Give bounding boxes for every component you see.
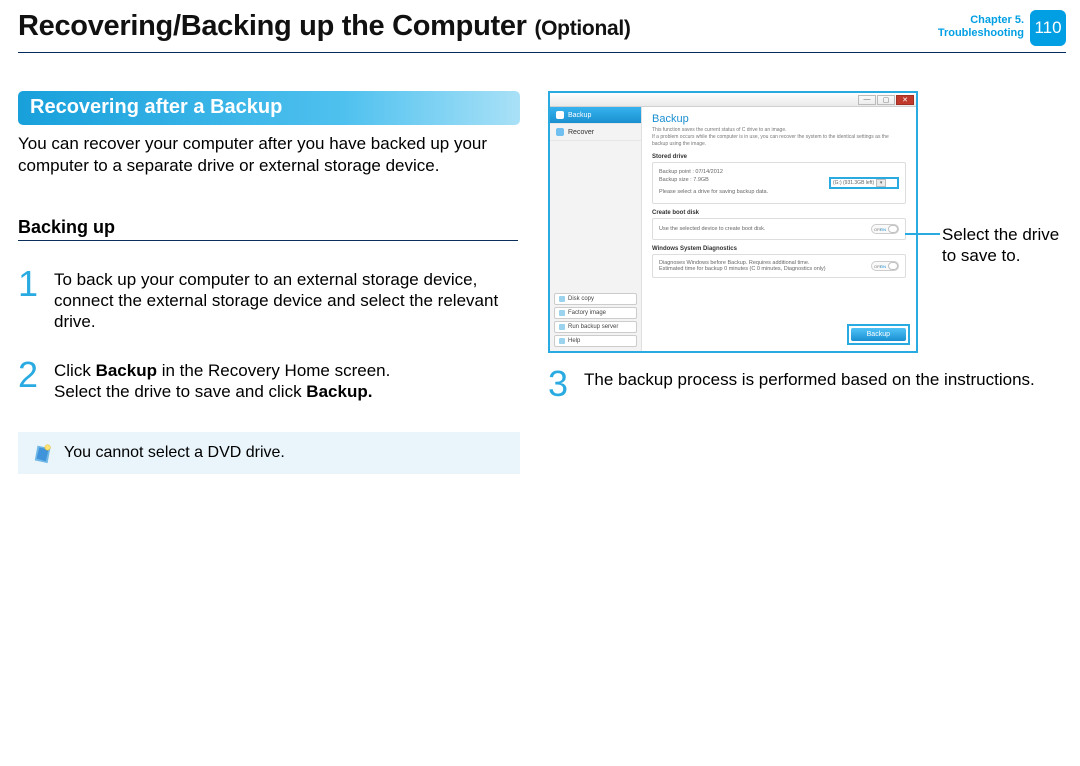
sidebar: Backup Recover Disk copy Factory image R… xyxy=(550,107,642,351)
maximize-button[interactable]: ▢ xyxy=(877,95,895,105)
sidebar-item-recover[interactable]: Recover xyxy=(550,124,641,141)
sidebar-item-backup[interactable]: Backup xyxy=(550,107,641,124)
backup-button-highlight: Backup xyxy=(847,324,910,345)
dropdown-icon: ▾ xyxy=(876,179,886,187)
factory-image-button[interactable]: Factory image xyxy=(554,307,637,319)
toggle-knob-2 xyxy=(888,262,898,270)
step-2-number: 2 xyxy=(18,360,44,402)
section-heading: Recovering after a Backup xyxy=(18,91,520,125)
page-number: 110 xyxy=(1034,18,1061,38)
step2-bold-a: Backup xyxy=(96,361,157,380)
diagnostics-text: Diagnoses Windows before Backup. Require… xyxy=(659,260,826,272)
note-box: You cannot select a DVD drive. xyxy=(18,432,520,474)
step2-bold-b: Backup. xyxy=(306,382,372,401)
stored-drive-label: Stored drive xyxy=(652,154,906,160)
help-label: Help xyxy=(568,338,580,344)
stored-drive-panel: Backup point : 07/14/2012 Backup size : … xyxy=(652,162,906,204)
page-number-badge: 110 xyxy=(1030,10,1066,46)
step-3-text: The backup process is performed based on… xyxy=(584,369,1035,399)
factory-image-label: Factory image xyxy=(568,310,606,316)
disk-copy-icon xyxy=(559,296,565,302)
toggle-on-label: ON xyxy=(880,227,886,232)
create-boot-disk-label: Create boot disk xyxy=(652,210,906,216)
left-column: Recovering after a Backup You can recove… xyxy=(18,91,528,474)
window-titlebar: — ▢ ✕ xyxy=(550,93,916,107)
step-1-text: To back up your computer to an external … xyxy=(54,269,518,332)
title-suffix: (Optional) xyxy=(534,17,630,40)
backup-point: Backup point : 07/14/2012 xyxy=(659,168,899,176)
toggle-on-label-2: ON xyxy=(880,264,886,269)
right-column: — ▢ ✕ Backup Recover Disk copy F xyxy=(548,91,1066,474)
window-body: Backup Recover Disk copy Factory image R… xyxy=(550,107,916,351)
step-2: 2 Click Backup in the Recovery Home scre… xyxy=(18,360,518,402)
intro-paragraph: You can recover your computer after you … xyxy=(18,133,518,177)
diag-text-2: Estimated time for backup 0 minutes (C 0… xyxy=(659,266,826,272)
boot-disk-text: Use the selected device to create boot d… xyxy=(659,226,765,232)
help-icon xyxy=(559,338,565,344)
callout-drive: Select the drive to save to. xyxy=(942,224,1072,266)
step-1-number: 1 xyxy=(18,269,44,332)
sidebar-backup-label: Backup xyxy=(568,112,591,119)
step-2-text: Click Backup in the Recovery Home screen… xyxy=(54,360,390,402)
diagnostics-panel: Diagnoses Windows before Backup. Require… xyxy=(652,254,906,278)
recover-icon xyxy=(556,128,564,136)
chapter-line1: Chapter 5. xyxy=(938,14,1024,27)
note-icon xyxy=(32,442,54,464)
backup-button[interactable]: Backup xyxy=(851,328,906,341)
chapter-line2: Troubleshooting xyxy=(938,27,1024,40)
help-button[interactable]: Help xyxy=(554,335,637,347)
title-main: Recovering/Backing up the Computer xyxy=(18,10,527,42)
main-desc-1: This function saves the current status o… xyxy=(652,127,787,133)
main-description: This function saves the current status o… xyxy=(652,127,906,148)
toggle-knob xyxy=(888,225,898,233)
boot-disk-toggle[interactable]: OFF ON xyxy=(871,224,899,234)
main-panel: Backup This function saves the current s… xyxy=(642,107,916,351)
drive-select[interactable]: (G:) (931.3GB left) ▾ xyxy=(829,177,899,189)
page-header: Recovering/Backing up the Computer (Opti… xyxy=(0,0,1080,50)
run-backup-server-button[interactable]: Run backup server xyxy=(554,321,637,333)
main-title: Backup xyxy=(652,113,906,125)
callout-line-drive xyxy=(905,233,940,235)
diagnostics-toggle[interactable]: OFF ON xyxy=(871,261,899,271)
step2-part-c: Select the drive to save and click xyxy=(54,382,306,401)
minimize-button[interactable]: — xyxy=(858,95,876,105)
step2-part-a: Click xyxy=(54,361,96,380)
diagnostics-label: Windows System Diagnostics xyxy=(652,246,906,252)
create-boot-disk-panel: Use the selected device to create boot d… xyxy=(652,218,906,240)
content-columns: Recovering after a Backup You can recove… xyxy=(0,53,1080,474)
title-area: Recovering/Backing up the Computer (Opti… xyxy=(18,10,938,43)
drive-select-value: (G:) (931.3GB left) xyxy=(833,180,874,186)
step2-part-b: in the Recovery Home screen. xyxy=(157,361,390,380)
step-3: 3 The backup process is performed based … xyxy=(548,369,1066,399)
sidebar-recover-label: Recover xyxy=(568,129,594,136)
run-backup-icon xyxy=(559,324,565,330)
close-button[interactable]: ✕ xyxy=(896,95,914,105)
backup-icon xyxy=(556,111,564,119)
step-1: 1 To back up your computer to an externa… xyxy=(18,269,518,332)
step-3-number: 3 xyxy=(548,369,574,399)
select-drive-hint: Please select a drive for saving backup … xyxy=(659,188,899,196)
note-text: You cannot select a DVD drive. xyxy=(64,444,285,462)
sidebar-bottom: Disk copy Factory image Run backup serve… xyxy=(550,289,641,351)
factory-image-icon xyxy=(559,310,565,316)
run-backup-label: Run backup server xyxy=(568,324,618,330)
main-desc-2: If a problem occurs while the computer i… xyxy=(652,134,889,147)
app-screenshot: — ▢ ✕ Backup Recover Disk copy F xyxy=(548,91,918,353)
disk-copy-button[interactable]: Disk copy xyxy=(554,293,637,305)
chapter-label: Chapter 5. Troubleshooting xyxy=(938,14,1024,40)
page-title: Recovering/Backing up the Computer (Opti… xyxy=(18,10,631,42)
disk-copy-label: Disk copy xyxy=(568,296,594,302)
sub-heading: Backing up xyxy=(18,217,518,241)
